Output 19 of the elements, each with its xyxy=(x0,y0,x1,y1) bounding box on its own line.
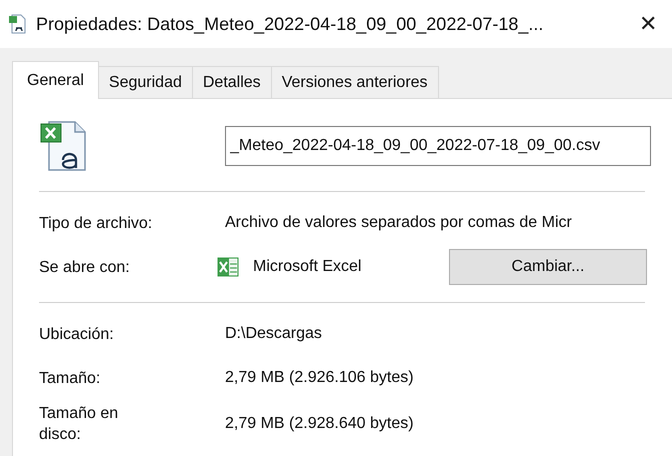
property-label: Tamaño: xyxy=(39,368,102,388)
spreadsheet-file-icon xyxy=(39,120,87,172)
file-name-field[interactable]: _Meteo_2022-04-18_09_00_2022-07-18_09_00.csv xyxy=(225,126,651,166)
spreadsheet-app-icon xyxy=(217,256,239,278)
tab[interactable]: General xyxy=(12,61,99,99)
property-value: Archivo de valores separados por comas de Micr xyxy=(225,214,572,232)
close-button[interactable]: ✕ xyxy=(624,0,672,48)
change-button[interactable]: Cambiar... xyxy=(449,249,647,285)
property-value: 2,79 MB (2.928.640 bytes) xyxy=(225,415,414,433)
property-label: Tipo de archivo: xyxy=(39,214,154,234)
property-label: Tamaño en disco: xyxy=(39,404,120,445)
file-icon xyxy=(8,14,28,34)
property-value: 2,79 MB (2.926.106 bytes) xyxy=(225,369,414,387)
property-value: D:\Descargas xyxy=(225,325,322,343)
app-name: Microsoft Excel xyxy=(253,258,362,276)
window-title: Propiedades: Datos_Meteo_2022-04-18_09_00_2022-07-18_... xyxy=(36,14,544,34)
tab[interactable]: Versiones anteriores xyxy=(270,66,439,98)
property-label: Se abre con: xyxy=(39,258,131,278)
property-label: Ubicación: xyxy=(39,324,115,344)
